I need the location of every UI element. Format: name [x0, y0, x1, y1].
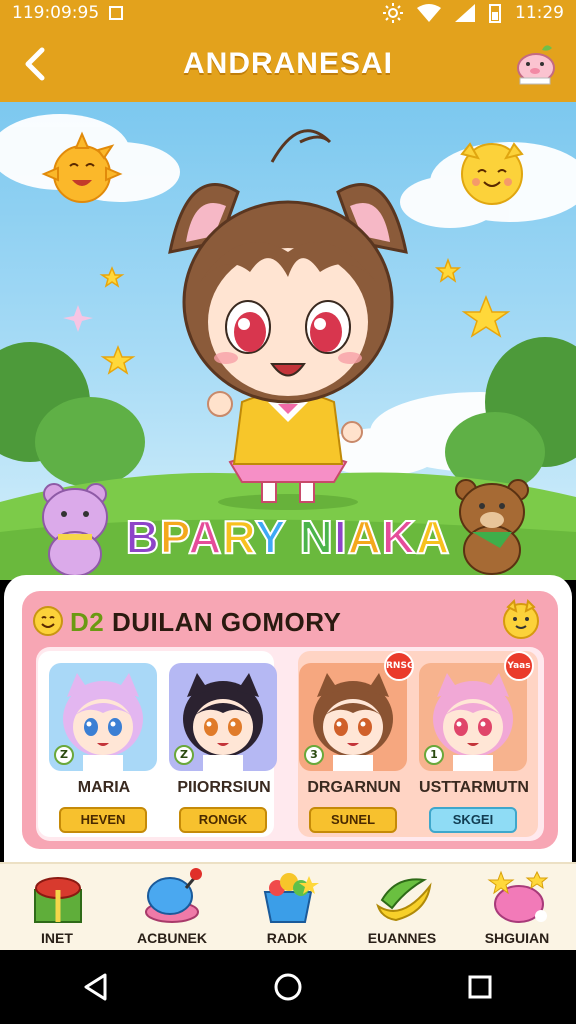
mascot-menu-button[interactable]	[512, 40, 560, 88]
system-back-button[interactable]	[66, 957, 126, 1017]
star-pouch-icon	[487, 870, 549, 923]
party-panel: D2 DUILAN GOMORY Z MARIA HEVEN Z PIIORRS…	[4, 575, 572, 865]
bottom-nav-item[interactable]: EUANNES	[347, 864, 457, 952]
banner-letter: K	[381, 510, 417, 564]
character-new-badge: Yaas	[504, 651, 534, 681]
status-time-left: 119:09:95	[12, 3, 100, 23]
banner-letter: Y	[254, 510, 286, 564]
character-new-badge: RNSG	[384, 651, 414, 681]
status-time-right: 11:29	[515, 3, 564, 23]
character-level-badge: Z	[54, 745, 74, 765]
smiley-icon	[33, 606, 63, 636]
character-level-badge: Z	[174, 745, 194, 765]
banner-letter: A	[347, 510, 382, 564]
candy-box-icon	[263, 873, 319, 923]
bottom-nav-label: ACBUNEK	[137, 930, 207, 946]
character-level-badge: 3	[304, 745, 324, 765]
character-tag-button[interactable]: HEVEN	[59, 807, 147, 833]
status-bar: 119:09:95 11:29	[0, 0, 576, 26]
joystick-icon	[145, 868, 202, 923]
bottom-nav-label: SHGUIAN	[484, 930, 550, 946]
system-nav-bar	[0, 950, 576, 1024]
bottom-nav-item[interactable]: SHGUIAN	[462, 864, 572, 952]
system-recents-button[interactable]	[450, 957, 510, 1017]
hero-banner-text: BPARY NIAKA	[0, 510, 576, 564]
app-bar: ANDRANESAI	[0, 26, 576, 102]
bottom-nav-label: EUANNES	[367, 930, 437, 946]
notification-icon	[109, 6, 124, 20]
pig-mascot-icon	[517, 45, 555, 85]
bottom-nav-item[interactable]: RADK	[232, 864, 342, 952]
character-name: USTTARMUTN	[419, 779, 529, 796]
sun-cat-icon	[503, 598, 539, 639]
signal-icon	[455, 4, 475, 22]
party-level: D2	[70, 607, 105, 637]
battery-icon	[489, 4, 501, 23]
bottom-nav-label: INET	[41, 930, 73, 946]
bottom-nav-item[interactable]: INET	[2, 864, 112, 952]
banner-letter: B	[125, 510, 160, 564]
banner-letter: I	[333, 510, 348, 564]
banner-letter: A	[187, 510, 223, 564]
back-button[interactable]	[18, 44, 54, 84]
party-title-text: DUILAN GOMORY	[111, 607, 342, 637]
character-name: DRGARNUN	[307, 779, 401, 796]
bottom-nav-label: RADK	[266, 930, 308, 946]
system-home-button[interactable]	[258, 957, 318, 1017]
hero-scene: BPARY NIAKA	[0, 102, 576, 580]
banana-icon	[376, 878, 432, 922]
square-recents-icon	[468, 975, 492, 999]
character-name: MARIA	[77, 779, 131, 796]
triangle-back-icon	[84, 973, 107, 1001]
character-card[interactable]: 3 RNSG DRGARNUN SUNEL	[294, 647, 414, 841]
party-title: D2 DUILAN GOMORY	[70, 607, 341, 638]
hero-background-illustration	[0, 114, 576, 580]
banner-letter: R	[221, 510, 255, 564]
brightness-icon	[383, 3, 403, 23]
app-title: ANDRANESAI	[182, 47, 393, 80]
bottom-nav: INET ACBUNEK RADK EUANNES SHGUIAN	[0, 862, 576, 950]
banner-letter	[286, 511, 300, 563]
character-tag-button[interactable]: RONGK	[179, 807, 267, 833]
character-card[interactable]: Z PIIORRSIUN RONGK	[164, 647, 284, 841]
banner-letter: A	[415, 510, 451, 564]
character-name: PIIORRSIUN	[177, 779, 271, 796]
character-tag-button[interactable]: SUNEL	[309, 807, 397, 833]
character-tag-button[interactable]: SKGEI	[429, 807, 517, 833]
banner-letter: P	[159, 510, 189, 564]
back-arrow-icon	[25, 47, 45, 81]
wifi-icon	[417, 4, 441, 22]
gift-basket-icon	[34, 877, 82, 923]
banner-letter: N	[299, 510, 334, 564]
character-card[interactable]: 1 Yaas USTTARMUTN SKGEI	[414, 647, 534, 841]
bottom-nav-item[interactable]: ACBUNEK	[117, 864, 227, 952]
party-card: D2 DUILAN GOMORY Z MARIA HEVEN Z PIIORRS…	[22, 591, 558, 849]
character-cards: Z MARIA HEVEN Z PIIORRSIUN RONGK 3 RNSG …	[36, 647, 544, 841]
circle-home-icon	[274, 973, 302, 1001]
character-card[interactable]: Z MARIA HEVEN	[44, 647, 164, 841]
character-level-badge: 1	[424, 745, 444, 765]
